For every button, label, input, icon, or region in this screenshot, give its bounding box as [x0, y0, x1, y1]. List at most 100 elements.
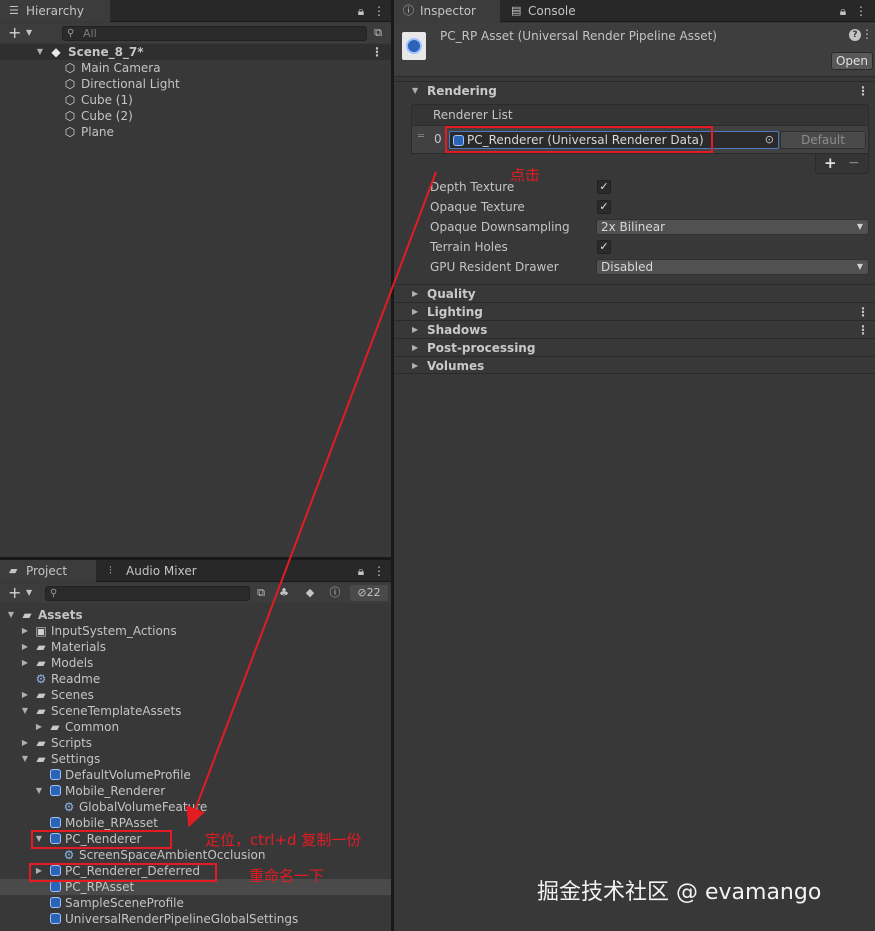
project-item[interactable]: ▶ ▰ Scenes	[0, 687, 391, 703]
more-menu-icon[interactable]: ⋮	[372, 560, 386, 582]
lock-icon[interactable]: 🔒︎	[836, 0, 850, 22]
add-icon[interactable]: +	[8, 583, 21, 603]
chevron-down-icon: ▼	[856, 222, 863, 231]
fold-arrow-icon[interactable]: ▶	[412, 303, 418, 321]
lock-icon[interactable]: 🔒︎	[354, 0, 368, 22]
hierarchy-item[interactable]: ⬡ Cube (2)	[0, 108, 391, 124]
hierarchy-item[interactable]: ⬡ Plane	[0, 124, 391, 140]
highlight-pc-renderer	[31, 830, 172, 849]
folder-open-icon: ▰	[36, 752, 46, 766]
fold-arrow-icon[interactable]: ▶	[20, 655, 30, 671]
chevron-down-icon[interactable]: ▼	[26, 583, 32, 603]
hidden-packages-toggle[interactable]: ⊘22	[350, 585, 388, 601]
fold-arrow-icon[interactable]: ▼	[20, 751, 30, 767]
panel-splitter[interactable]	[391, 0, 393, 931]
settings-menu-icon[interactable]: ⋮	[861, 27, 873, 41]
object-picker-icon[interactable]: ⊙	[765, 133, 774, 146]
add-element-button[interactable]: +	[824, 154, 837, 172]
project-item[interactable]: ⚙ GlobalVolumeFeature	[0, 799, 391, 815]
fold-arrow-icon[interactable]: ▶	[34, 719, 44, 735]
section-menu-icon[interactable]: ⋮	[857, 82, 869, 100]
depth-texture-checkbox[interactable]: ✓	[597, 180, 611, 194]
filter-by-type-icon[interactable]: ♣	[276, 585, 292, 601]
scene-row[interactable]: ▼ ◆ Scene_8_7* ⋮	[0, 44, 391, 60]
fold-arrow-icon[interactable]: ▼	[6, 607, 16, 623]
open-button[interactable]: Open	[831, 52, 873, 70]
tab-project[interactable]: ▰ Project	[0, 560, 96, 582]
search-by-type-icon[interactable]: ⧉	[370, 25, 386, 41]
hierarchy-item[interactable]: ⬡ Directional Light	[0, 76, 391, 92]
scene-menu-icon[interactable]: ⋮	[371, 44, 383, 60]
project-item[interactable]: DefaultVolumeProfile	[0, 767, 391, 783]
project-item[interactable]: ▶ ▣ InputSystem_Actions	[0, 623, 391, 639]
project-toolbar: + ▼ ⚲ ⧉ ♣ ◆ ⓘ ⊘22	[0, 583, 391, 603]
fold-arrow-icon[interactable]: ▼	[34, 783, 44, 799]
prop-terrain-holes: Terrain Holes ✓	[394, 238, 875, 256]
fold-arrow-icon[interactable]: ▶	[412, 321, 418, 339]
section-lighting[interactable]: ▶ Lighting ⋮	[394, 302, 875, 320]
fold-arrow-icon[interactable]: ▼	[35, 44, 45, 60]
project-item[interactable]: ⚙ Readme	[0, 671, 391, 687]
fold-arrow-icon[interactable]: ▼	[412, 82, 418, 100]
section-rendering[interactable]: ▼ Rendering ⋮	[394, 81, 875, 99]
log-filter-icon[interactable]: ⓘ	[327, 585, 343, 601]
project-item[interactable]: ▶ ▰ Common	[0, 719, 391, 735]
folder-icon: ▰	[50, 720, 60, 734]
project-item[interactable]: ▶ ▰ Materials	[0, 639, 391, 655]
opaque-texture-checkbox[interactable]: ✓	[597, 200, 611, 214]
drag-handle-icon[interactable]: ═	[418, 131, 424, 142]
project-item[interactable]: ▶ ▰ Scripts	[0, 735, 391, 751]
hierarchy-search-input[interactable]: ⚲ All	[62, 26, 367, 41]
project-item[interactable]: ▼ Mobile_Renderer	[0, 783, 391, 799]
section-quality[interactable]: ▶ Quality	[394, 284, 875, 302]
chevron-down-icon[interactable]: ▼	[26, 23, 32, 43]
fold-arrow-icon[interactable]: ▶	[412, 339, 418, 357]
prop-depth-texture: Depth Texture ✓	[394, 178, 875, 196]
remove-element-button[interactable]: −	[848, 154, 860, 172]
section-menu-icon[interactable]: ⋮	[857, 321, 869, 339]
fold-arrow-icon[interactable]: ▶	[20, 735, 30, 751]
console-icon: ▤	[511, 4, 522, 17]
search-by-type-icon[interactable]: ⧉	[253, 585, 269, 601]
fold-arrow-icon[interactable]: ▶	[20, 639, 30, 655]
folder-open-icon: ▰	[22, 608, 32, 622]
project-tree: ▼ ▰ Assets ▶ ▣ InputSystem_Actions ▶ ▰ M…	[0, 605, 391, 931]
project-item[interactable]: ▼ ▰ SceneTemplateAssets	[0, 703, 391, 719]
default-button[interactable]: Default	[780, 131, 866, 149]
annotation-locate: 定位，ctrl+d 复制一份	[205, 831, 362, 849]
project-search-input[interactable]: ⚲	[45, 586, 250, 601]
project-item-assets[interactable]: ▼ ▰ Assets	[0, 607, 391, 623]
more-menu-icon[interactable]: ⋮	[854, 0, 868, 22]
fold-arrow-icon[interactable]: ▶	[20, 687, 30, 703]
tab-console[interactable]: ▤ Console	[502, 0, 602, 22]
section-post-processing[interactable]: ▶ Post-processing	[394, 338, 875, 356]
fold-arrow-icon[interactable]: ▶	[20, 623, 30, 639]
hierarchy-item[interactable]: ⬡ Main Camera	[0, 60, 391, 76]
tab-audio-mixer[interactable]: ⫶ Audio Mixer	[100, 560, 210, 582]
filter-by-label-icon[interactable]: ◆	[302, 585, 318, 601]
project-item[interactable]: SampleSceneProfile	[0, 895, 391, 911]
opaque-downsampling-dropdown[interactable]: 2x Bilinear ▼	[596, 219, 869, 235]
section-menu-icon[interactable]: ⋮	[857, 303, 869, 321]
hierarchy-item[interactable]: ⬡ Cube (1)	[0, 92, 391, 108]
fold-arrow-icon[interactable]: ▼	[20, 703, 30, 719]
terrain-holes-checkbox[interactable]: ✓	[597, 240, 611, 254]
tab-hierarchy[interactable]: ☰ Hierarchy	[0, 0, 110, 22]
more-menu-icon[interactable]: ⋮	[372, 0, 386, 22]
project-item[interactable]: UniversalRenderPipelineGlobalSettings	[0, 911, 391, 927]
project-item[interactable]: ▶ ▰ Models	[0, 655, 391, 671]
gpu-resident-drawer-dropdown[interactable]: Disabled ▼	[596, 259, 869, 275]
project-item[interactable]: ▼ ▰ Settings	[0, 751, 391, 767]
asset-title: PC_RP Asset (Universal Render Pipeline A…	[440, 29, 717, 43]
lock-icon[interactable]: 🔒︎	[354, 560, 368, 582]
section-shadows[interactable]: ▶ Shadows ⋮	[394, 320, 875, 338]
global-settings-icon	[48, 911, 62, 928]
fold-arrow-icon[interactable]: ▶	[412, 357, 418, 375]
tab-inspector[interactable]: ⓘ Inspector	[394, 0, 500, 22]
fold-arrow-icon[interactable]: ▶	[412, 285, 418, 303]
add-icon[interactable]: +	[8, 23, 21, 43]
section-volumes[interactable]: ▶ Volumes	[394, 356, 875, 374]
readme-asset-icon: ⚙	[35, 672, 47, 686]
renderer-data-icon	[48, 783, 62, 800]
help-icon[interactable]: ?	[849, 29, 861, 41]
